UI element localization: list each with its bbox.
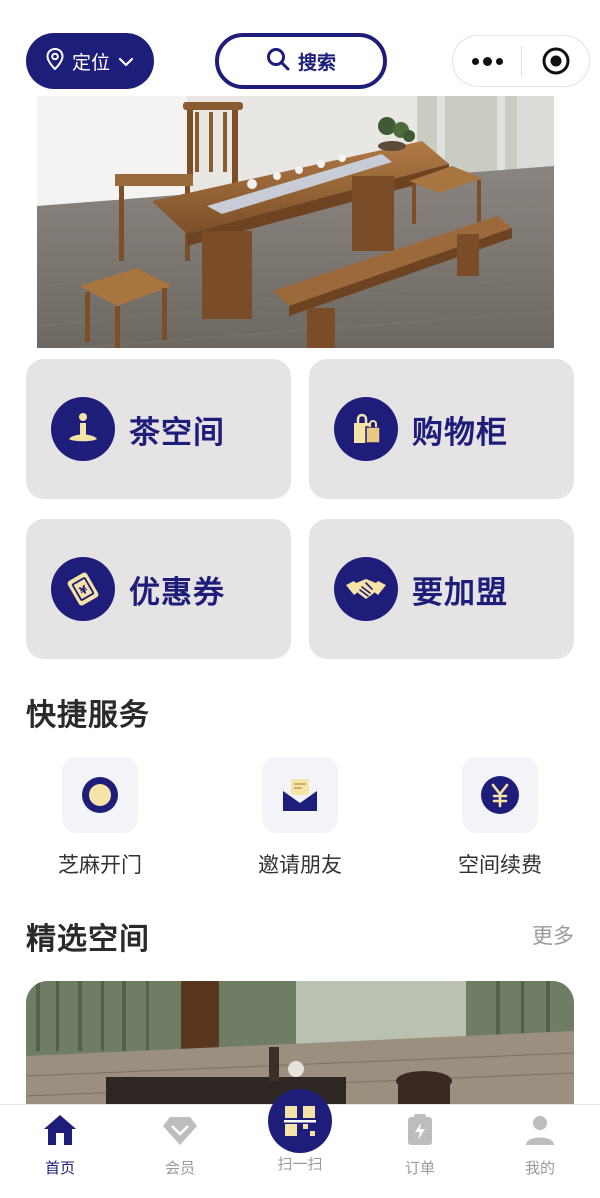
card-coupon[interactable]: ¥ 优惠券 <box>26 519 291 659</box>
location-label: 定位 <box>71 51 110 74</box>
home-icon <box>42 1115 78 1151</box>
card-shopping-cabinet-label: 购物柜 <box>412 414 508 451</box>
close-target-icon[interactable] <box>522 46 589 76</box>
handshake-icon <box>334 557 398 621</box>
service-open-door-label: 芝麻开门 <box>58 853 142 877</box>
bottom-tab-bar: 首页 会员 扫一扫 订单 我的 <box>0 1089 600 1198</box>
card-tea-space-label: 茶空间 <box>129 414 225 451</box>
tab-member-label: 会员 <box>164 1159 195 1177</box>
featured-spaces-title: 精选空间 <box>26 922 150 957</box>
card-franchise-label: 要加盟 <box>412 574 508 611</box>
order-icon <box>403 1114 437 1151</box>
top-bar: 定位 搜索 <box>0 0 600 96</box>
card-shopping-cabinet[interactable]: 购物柜 <box>309 359 574 499</box>
service-invite-friends-label: 邀请朋友 <box>258 853 342 877</box>
banner-image-tea-room[interactable] <box>37 96 554 348</box>
scan-icon[interactable] <box>268 1089 332 1153</box>
search-icon <box>266 47 290 76</box>
tab-mine-label: 我的 <box>524 1159 555 1177</box>
shopping-bag-icon <box>334 397 398 461</box>
tab-scan-label: 扫一扫 <box>277 1155 323 1173</box>
quick-services-title: 快捷服务 <box>26 698 150 733</box>
search-label: 搜索 <box>297 51 336 74</box>
location-button[interactable]: 定位 <box>26 33 154 89</box>
featured-more-link[interactable]: 更多 <box>532 920 574 950</box>
service-renewal[interactable]: 空间续费 <box>425 757 575 879</box>
service-renewal-label: 空间续费 <box>458 853 542 877</box>
tab-order-label: 订单 <box>404 1159 435 1177</box>
card-coupon-label: 优惠券 <box>129 574 225 611</box>
location-pin-icon <box>46 47 64 75</box>
tab-member[interactable]: 会员 <box>120 1113 240 1178</box>
tab-order[interactable]: 订单 <box>360 1113 480 1178</box>
search-button[interactable]: 搜索 <box>215 33 387 89</box>
meditation-icon <box>51 397 115 461</box>
invite-envelope-icon <box>262 757 338 833</box>
card-franchise[interactable]: 要加盟 <box>309 519 574 659</box>
chevron-down-icon <box>118 50 134 72</box>
card-tea-space[interactable]: 茶空间 <box>26 359 291 499</box>
service-invite-friends[interactable]: 邀请朋友 <box>225 757 375 879</box>
door-open-icon <box>62 757 138 833</box>
tab-home[interactable]: 首页 <box>0 1113 120 1178</box>
more-menu-icon[interactable] <box>453 56 521 66</box>
user-icon <box>523 1116 557 1151</box>
service-open-door[interactable]: 芝麻开门 <box>25 757 175 879</box>
miniprogram-capsule <box>452 35 590 87</box>
diamond-icon <box>162 1117 198 1151</box>
yen-icon <box>462 757 538 833</box>
tab-mine[interactable]: 我的 <box>480 1113 600 1178</box>
coupon-icon: ¥ <box>51 557 115 621</box>
tab-home-label: 首页 <box>44 1159 75 1177</box>
